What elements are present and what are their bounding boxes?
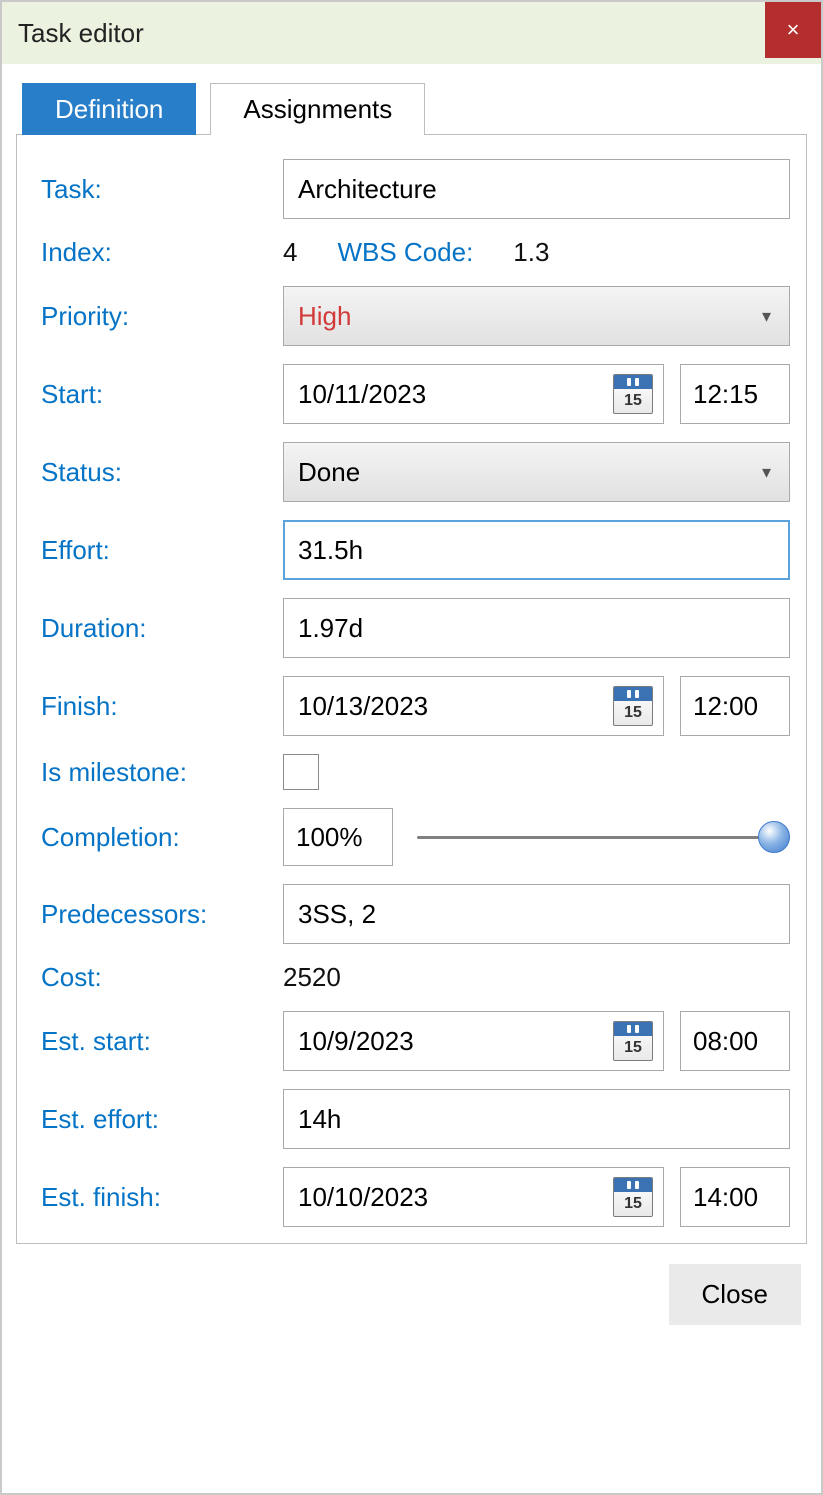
completion-input[interactable]: 100% [283,808,393,866]
tab-definition[interactable]: Definition [22,83,196,135]
est-start-date-input[interactable]: 10/9/2023 15 [283,1011,664,1071]
est-effort-label: Est. effort: [33,1104,283,1135]
milestone-label: Is milestone: [33,757,283,788]
effort-input[interactable] [283,520,790,580]
est-start-label: Est. start: [33,1026,283,1057]
start-label: Start: [33,379,283,410]
calendar-icon[interactable]: 15 [613,1021,653,1061]
wbs-value: 1.3 [513,237,549,268]
status-select[interactable]: Done ▾ [283,442,790,502]
calendar-icon[interactable]: 15 [613,374,653,414]
duration-label: Duration: [33,613,283,644]
slider-thumb[interactable] [758,821,790,853]
status-value: Done [298,457,360,488]
window-title: Task editor [18,18,144,49]
predecessors-label: Predecessors: [33,899,283,930]
finish-time-input[interactable]: 12:00 [680,676,790,736]
wbs-label: WBS Code: [337,237,473,268]
completion-slider[interactable] [417,817,790,857]
finish-label: Finish: [33,691,283,722]
completion-label: Completion: [33,822,283,853]
predecessors-input[interactable] [283,884,790,944]
task-label: Task: [33,174,283,205]
priority-value: High [298,301,351,332]
chevron-down-icon: ▾ [762,306,771,327]
form-panel: Task: Index: 4 WBS Code: 1.3 Priority: H… [16,134,807,1244]
est-finish-time-input[interactable]: 14:00 [680,1167,790,1227]
est-start-time-input[interactable]: 08:00 [680,1011,790,1071]
est-finish-date-value: 10/10/2023 [298,1182,428,1213]
effort-label: Effort: [33,535,283,566]
task-input[interactable] [283,159,790,219]
close-button[interactable]: Close [669,1264,801,1325]
cost-label: Cost: [33,962,283,993]
priority-select[interactable]: High ▾ [283,286,790,346]
cost-value: 2520 [283,962,790,993]
finish-date-value: 10/13/2023 [298,691,428,722]
index-value: 4 [283,237,297,268]
window-close-button[interactable]: × [765,2,821,58]
slider-track [417,836,790,839]
finish-date-input[interactable]: 10/13/2023 15 [283,676,664,736]
close-icon: × [787,17,800,43]
start-date-value: 10/11/2023 [298,379,426,410]
start-date-input[interactable]: 10/11/2023 15 [283,364,664,424]
est-effort-input[interactable] [283,1089,790,1149]
chevron-down-icon: ▾ [762,462,771,483]
est-finish-date-input[interactable]: 10/10/2023 15 [283,1167,664,1227]
calendar-icon[interactable]: 15 [613,686,653,726]
status-label: Status: [33,457,283,488]
duration-input[interactable] [283,598,790,658]
index-label: Index: [33,237,283,268]
milestone-checkbox[interactable] [283,754,319,790]
tab-assignments[interactable]: Assignments [210,83,425,135]
est-finish-label: Est. finish: [33,1182,283,1213]
calendar-icon[interactable]: 15 [613,1177,653,1217]
est-start-date-value: 10/9/2023 [298,1026,414,1057]
start-time-input[interactable]: 12:15 [680,364,790,424]
priority-label: Priority: [33,301,283,332]
